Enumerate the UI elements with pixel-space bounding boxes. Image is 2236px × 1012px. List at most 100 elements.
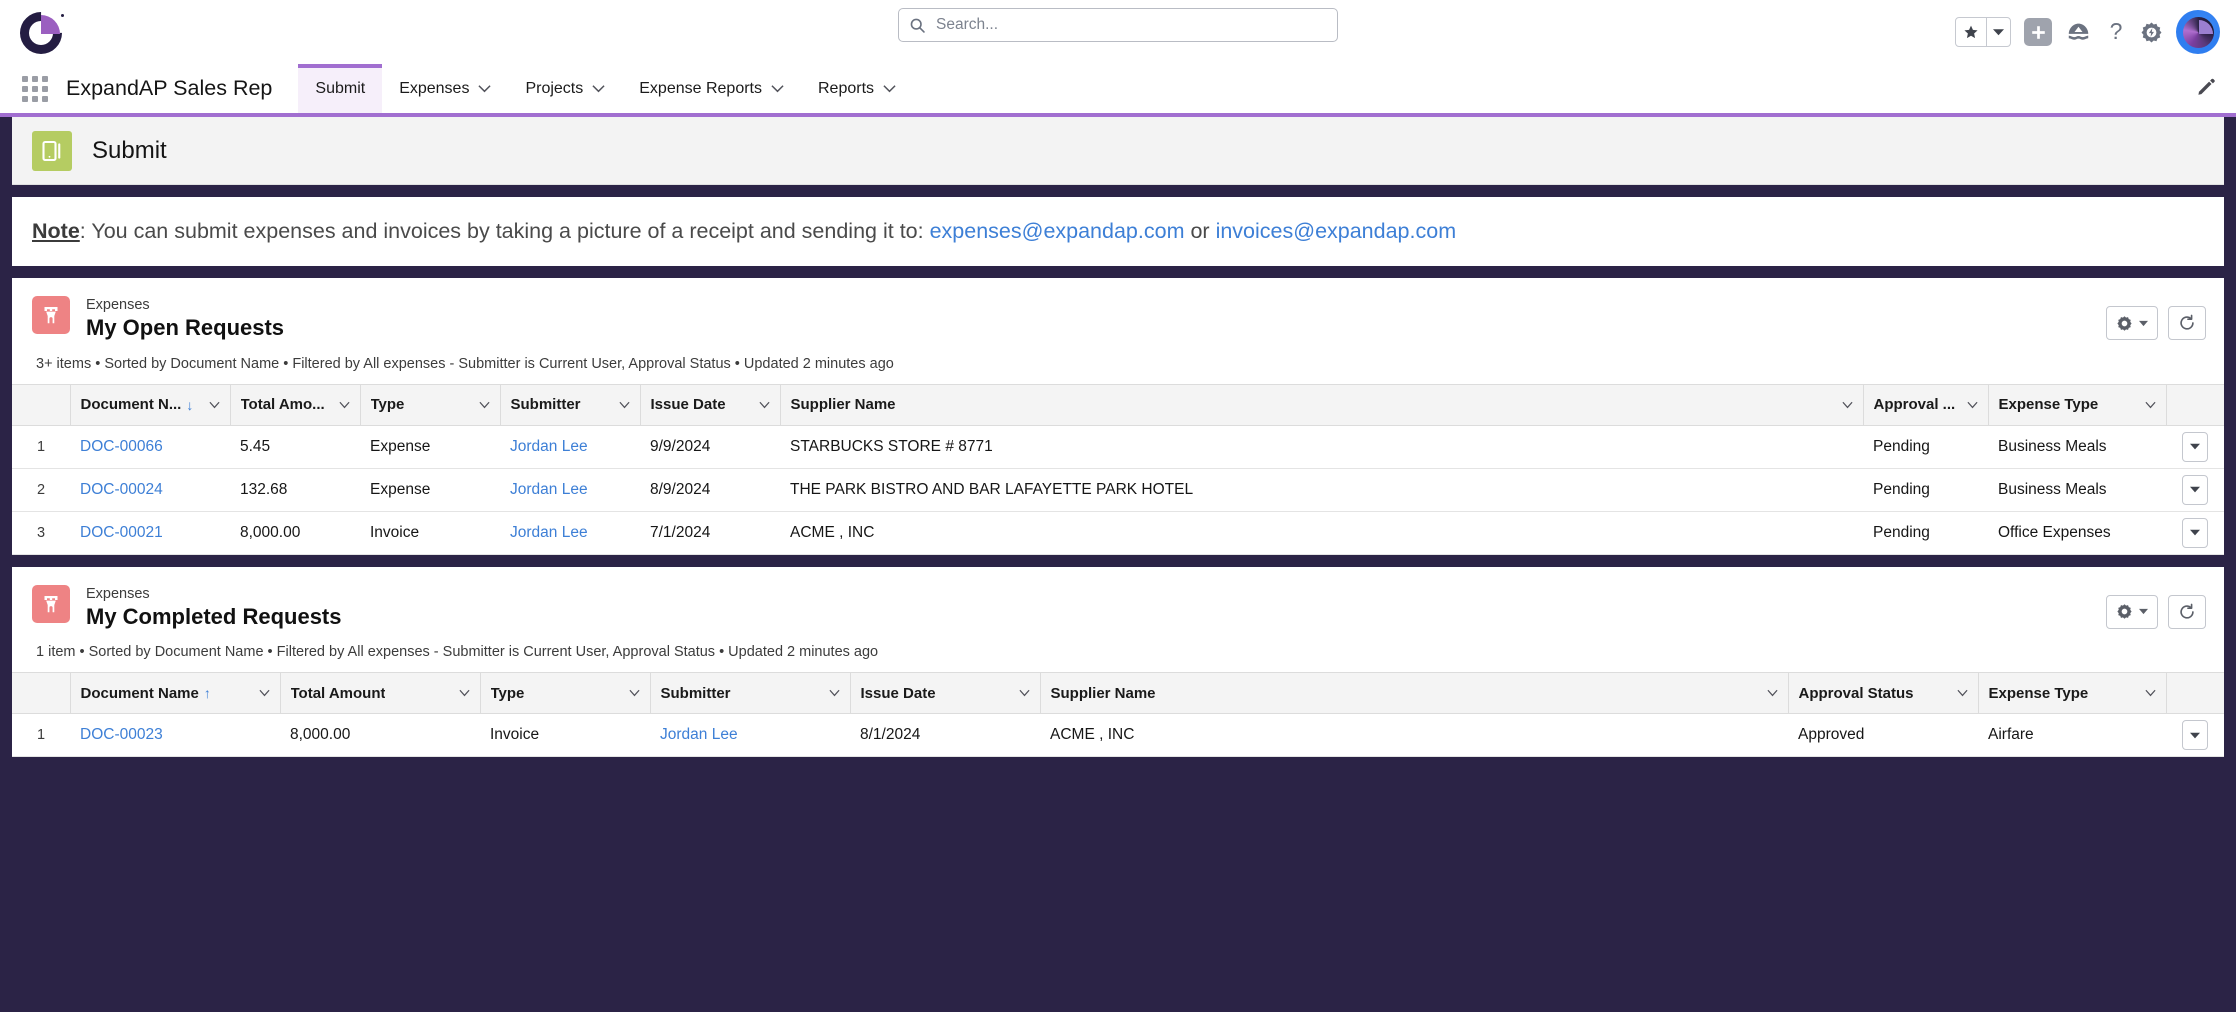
chevron-down-icon[interactable] — [2144, 689, 2156, 697]
col-expense-type[interactable]: Expense Type — [1978, 672, 2167, 715]
col-total-amount[interactable]: Total Amo... — [230, 383, 361, 426]
cell-supplier-name: STARBUCKS STORE # 8771 — [780, 425, 1863, 469]
row-actions-button[interactable] — [2182, 431, 2208, 462]
chevron-down-icon[interactable] — [258, 689, 270, 697]
row-actions-button[interactable] — [2182, 474, 2208, 505]
refresh-icon — [2180, 603, 2194, 619]
list-view-controls-gear-button[interactable] — [2106, 306, 2158, 340]
submit-page-header: Submit — [12, 117, 2224, 185]
row-index: 1 — [12, 713, 70, 758]
tab-reports[interactable]: Reports — [801, 64, 913, 113]
col-supplier-name[interactable]: Supplier Name — [780, 383, 1864, 426]
help-icon[interactable]: ? — [2105, 19, 2127, 45]
completed-requests-header-row: Document Name ↑ Total Amount Type Submitt… — [12, 672, 2224, 715]
completed-requests-list-name[interactable]: My Completed Requests — [86, 603, 342, 632]
open-requests-list-name[interactable]: My Open Requests — [86, 314, 284, 343]
chevron-down-icon[interactable] — [758, 401, 770, 409]
chevron-down-icon[interactable] — [458, 689, 470, 697]
col-approval-status[interactable]: Approval Status — [1788, 672, 1979, 715]
chevron-down-icon[interactable] — [2144, 401, 2156, 409]
chevron-down-icon[interactable] — [1956, 689, 1968, 697]
edit-page-pencil-icon[interactable] — [2196, 76, 2216, 101]
tab-expenses[interactable]: Expenses — [382, 64, 508, 113]
col-submitter[interactable]: Submitter — [650, 672, 851, 715]
list-view-controls-gear-button[interactable] — [2106, 594, 2158, 629]
col-total-amount-label: Total Amount — [290, 684, 386, 702]
tab-submit[interactable]: Submit — [298, 64, 383, 113]
submitter-link[interactable]: Jordan Lee — [510, 524, 588, 541]
col-document-name[interactable]: Document N... ↓ — [70, 383, 231, 426]
chevron-down-icon[interactable] — [338, 401, 350, 409]
search-input[interactable]: Search... — [898, 8, 1338, 42]
col-issue-date[interactable]: Issue Date — [640, 383, 781, 426]
table-row[interactable]: 3 DOC-00021 8,000.00 Invoice Jordan Lee … — [12, 511, 2224, 555]
expenses-email-link[interactable]: expenses@expandap.com — [930, 219, 1185, 243]
refresh-button[interactable] — [2168, 306, 2206, 340]
my-completed-requests-card: Expenses My Completed Requests 1 item • … — [12, 566, 2224, 758]
favorites-control[interactable] — [1955, 17, 2011, 47]
chevron-down-icon[interactable] — [618, 401, 630, 409]
col-type[interactable]: Type — [360, 383, 501, 426]
expenses-object-icon — [32, 584, 70, 623]
cell-document-name: DOC-00021 — [70, 511, 230, 555]
chevron-down-icon[interactable] — [1966, 401, 1978, 409]
tab-expense-reports-label: Expense Reports — [639, 79, 762, 97]
cell-approval-status: Pending — [1863, 425, 1988, 469]
tab-expense-reports[interactable]: Expense Reports — [622, 64, 801, 113]
cell-submitter: Jordan Lee — [500, 511, 640, 555]
document-link[interactable]: DOC-00021 — [80, 524, 163, 541]
chevron-down-icon[interactable] — [1841, 401, 1853, 409]
row-actions-button[interactable] — [2182, 720, 2208, 751]
cell-document-name: DOC-00066 — [70, 425, 230, 469]
chevron-down-icon[interactable] — [828, 689, 840, 697]
col-issue-date[interactable]: Issue Date — [850, 672, 1041, 715]
col-submitter-label: Submitter — [660, 684, 731, 702]
document-link[interactable]: DOC-00023 — [80, 726, 163, 743]
mobile-device-icon — [32, 130, 72, 171]
submitter-link[interactable]: Jordan Lee — [510, 481, 588, 498]
chevron-down-icon[interactable] — [1766, 689, 1778, 697]
document-link[interactable]: DOC-00066 — [80, 438, 163, 455]
app-name[interactable]: ExpandAP Sales Rep — [66, 76, 272, 101]
refresh-button[interactable] — [2168, 594, 2206, 629]
cell-total-amount: 8,000.00 — [280, 713, 480, 758]
expandap-logo[interactable] — [11, 3, 71, 63]
table-row[interactable]: 1 DOC-00023 8,000.00 Invoice Jordan Lee … — [12, 713, 2224, 758]
chevron-down-icon[interactable] — [208, 401, 220, 409]
col-total-amount[interactable]: Total Amount — [280, 672, 481, 715]
row-actions-button[interactable] — [2182, 517, 2208, 548]
einstein-icon[interactable] — [2065, 21, 2092, 44]
open-requests-object-label: Expenses — [86, 297, 150, 313]
submitter-link[interactable]: Jordan Lee — [660, 726, 738, 743]
col-expense-type[interactable]: Expense Type — [1988, 383, 2167, 426]
submitter-link[interactable]: Jordan Lee — [510, 438, 588, 455]
cell-type: Expense — [360, 425, 500, 469]
chevron-down-icon[interactable] — [1018, 689, 1030, 697]
chevron-down-icon — [2190, 444, 2200, 450]
add-button[interactable] — [2024, 18, 2052, 46]
col-approval-status[interactable]: Approval ... — [1863, 383, 1989, 426]
cell-approval-status: Pending — [1863, 511, 1988, 555]
table-row[interactable]: 2 DOC-00024 132.68 Expense Jordan Lee 8/… — [12, 468, 2224, 512]
chevron-down-icon[interactable] — [628, 689, 640, 697]
app-launcher-icon[interactable] — [22, 75, 48, 102]
tab-projects[interactable]: Projects — [508, 64, 622, 113]
col-type[interactable]: Type — [480, 672, 651, 715]
col-document-name[interactable]: Document Name ↑ — [70, 672, 281, 715]
document-link[interactable]: DOC-00024 — [80, 481, 163, 498]
cell-total-amount: 132.68 — [230, 468, 360, 512]
col-approval-status-label: Approval Status — [1798, 684, 1914, 702]
page-body: Submit Note: You can submit expenses and… — [0, 117, 2236, 1012]
invoices-email-link[interactable]: invoices@expandap.com — [1216, 219, 1457, 243]
favorites-star-icon[interactable] — [1956, 18, 1986, 46]
chevron-down-icon — [2139, 609, 2148, 615]
favorites-dropdown-icon[interactable] — [1986, 18, 2010, 46]
table-row[interactable]: 1 DOC-00066 5.45 Expense Jordan Lee 9/9/… — [12, 425, 2224, 469]
global-search[interactable]: Search... — [898, 8, 1338, 42]
user-avatar[interactable] — [2176, 10, 2220, 54]
col-submitter[interactable]: Submitter — [500, 383, 641, 426]
chevron-down-icon[interactable] — [478, 401, 490, 409]
setup-gear-icon[interactable] — [2140, 21, 2163, 44]
chevron-down-icon — [478, 85, 492, 93]
col-supplier-name[interactable]: Supplier Name — [1040, 672, 1789, 715]
